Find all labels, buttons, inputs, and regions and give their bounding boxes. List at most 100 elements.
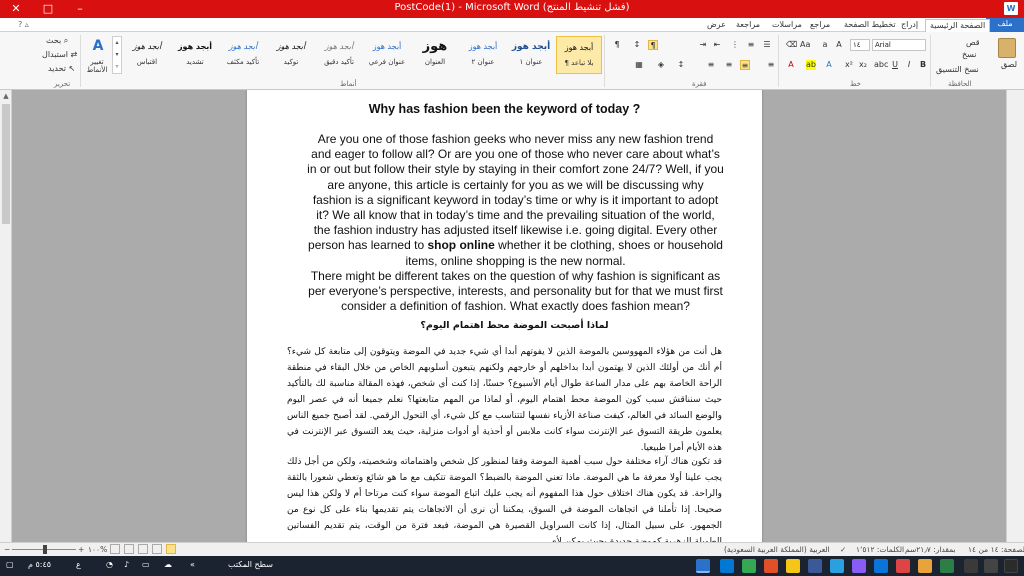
copy-button[interactable]: نسخ	[962, 50, 977, 59]
notifications-icon[interactable]: ▢	[6, 560, 14, 569]
superscript-icon[interactable]: x²	[844, 60, 854, 70]
find-button[interactable]: بحث ⌕	[46, 36, 68, 46]
borders-icon[interactable]: ▦	[634, 60, 644, 70]
zoom-in-icon[interactable]: +	[78, 545, 84, 554]
app-icon-1[interactable]	[940, 559, 954, 573]
app-icon-6[interactable]	[808, 559, 822, 573]
telegram-icon[interactable]	[830, 559, 844, 573]
style-heading-2[interactable]: أبجد هوز عنوان ٢	[460, 36, 506, 74]
replace-button[interactable]: استبدال ⇄	[42, 50, 77, 59]
font-name-combo[interactable]: Arial	[872, 39, 926, 51]
tab-insert[interactable]: إدراج	[897, 19, 922, 32]
select-button[interactable]: تحديد ↖	[48, 64, 75, 73]
help-icon[interactable]: ? ▵	[14, 19, 33, 32]
proofing-icon[interactable]: ✓	[840, 545, 846, 554]
text-effects-icon[interactable]: A	[824, 60, 834, 70]
format-painter-button[interactable]: نسخ التنسيق	[936, 65, 979, 74]
shrink-font-icon[interactable]: a	[820, 40, 830, 50]
tab-page-layout[interactable]: تخطيط الصفحة	[840, 19, 900, 32]
line-spacing-icon[interactable]: ↕	[676, 60, 686, 70]
app-icon-2[interactable]	[918, 559, 932, 573]
shading-icon[interactable]: ◈	[656, 60, 666, 70]
zoom-level[interactable]: ١٠٠%	[88, 545, 107, 554]
minimize-button[interactable]: –	[66, 1, 94, 17]
highlight-icon[interactable]: ab	[806, 60, 816, 70]
tab-references[interactable]: مراجع	[806, 19, 834, 32]
show-marks-icon[interactable]: ¶	[612, 40, 622, 50]
word-count[interactable]: الكلمات: ١٬٥١٢	[856, 545, 904, 554]
app-icon-4[interactable]	[874, 559, 888, 573]
shop-online-link[interactable]: shop online	[427, 238, 494, 252]
tab-home[interactable]: الصفحة الرئيسية	[925, 19, 991, 32]
cut-button[interactable]: قص	[966, 38, 980, 47]
app-icon-5[interactable]	[852, 559, 866, 573]
style-strong[interactable]: أبجد هوز تشديد	[172, 36, 218, 74]
chevron-icon[interactable]: «	[190, 560, 195, 569]
style-quote[interactable]: أبجد هوز اقتباس	[124, 36, 170, 74]
numbering-icon[interactable]: ≡	[746, 40, 756, 50]
word-taskbar-icon[interactable]	[696, 559, 710, 573]
sort-icon[interactable]: ↕	[632, 40, 642, 50]
underline-icon[interactable]: U	[890, 60, 900, 70]
chrome-icon[interactable]	[742, 559, 756, 573]
scroll-up-icon[interactable]: ▲	[0, 90, 12, 102]
maximize-button[interactable]: □	[34, 1, 62, 17]
scroll-thumb[interactable]	[2, 104, 10, 224]
input-language[interactable]: ع	[76, 560, 81, 569]
page-count[interactable]: الصفحة: ١٤ من ١٤	[968, 545, 1024, 554]
strikethrough-icon[interactable]: abc	[874, 60, 888, 70]
edge-icon[interactable]	[720, 559, 734, 573]
document-page[interactable]: Why has fashion been the keyword of toda…	[247, 90, 762, 542]
app-icon-3[interactable]	[896, 559, 910, 573]
tab-review[interactable]: مراجعة	[732, 19, 764, 32]
clear-format-icon[interactable]: ⌫	[786, 40, 797, 50]
folder-icon[interactable]	[786, 559, 800, 573]
rtl-direction-icon[interactable]: ¶	[648, 40, 658, 50]
tab-view[interactable]: عرض	[703, 19, 730, 32]
bullets-icon[interactable]: ☰	[762, 40, 772, 50]
align-left-icon[interactable]: ≡	[724, 60, 734, 70]
increase-indent-icon[interactable]: ⇥	[698, 40, 708, 50]
style-subtitle[interactable]: أبجد هوز عنوان فرعي	[364, 36, 410, 74]
tab-file[interactable]: ملف	[986, 18, 1024, 32]
zoom-slider-knob[interactable]	[43, 545, 47, 554]
zoom-out-icon[interactable]: −	[4, 545, 10, 554]
style-heading-1[interactable]: أبجد هوز عنوان ١	[508, 36, 554, 74]
close-button[interactable]: ✕	[2, 1, 30, 17]
font-color-icon[interactable]: A	[786, 60, 796, 70]
style-no-spacing[interactable]: أبجد هوز ¶ بلا تباعد	[556, 36, 602, 74]
volume-icon[interactable]: ♪	[124, 560, 129, 569]
bold-icon[interactable]: B	[918, 60, 928, 70]
font-size-combo[interactable]: ١٤	[850, 39, 870, 51]
print-layout-icon[interactable]	[166, 544, 176, 554]
tab-mailings[interactable]: مراسلات	[768, 19, 806, 32]
draft-icon[interactable]	[110, 544, 120, 554]
style-subtle-emphasis[interactable]: أبجد هوز تأكيد دقيق	[316, 36, 362, 74]
decrease-indent-icon[interactable]: ⇤	[712, 40, 722, 50]
style-intense-emphasis[interactable]: أبجد هوز تأكيد مكثف	[220, 36, 266, 74]
subscript-icon[interactable]: x₂	[858, 60, 868, 70]
outline-icon[interactable]	[124, 544, 134, 554]
change-case-icon[interactable]: Aa	[800, 40, 810, 50]
grow-font-icon[interactable]: A	[834, 40, 844, 50]
task-view-icon[interactable]	[964, 559, 978, 573]
justify-icon[interactable]: ≡	[706, 60, 716, 70]
language-indicator[interactable]: العربية (المملكة العربية السعودية)	[724, 545, 830, 554]
network-icon[interactable]: ◔	[106, 560, 113, 569]
style-emphasis[interactable]: أبجد هوز توكيد	[268, 36, 314, 74]
clock[interactable]: ٥:٤٥ م	[28, 560, 51, 569]
change-styles-button[interactable]: تغيير الأنماط	[84, 58, 110, 74]
battery-icon[interactable]: ▭	[142, 560, 150, 569]
italic-icon[interactable]: I	[904, 60, 914, 70]
vertical-scrollbar[interactable]: ▲	[0, 90, 12, 542]
search-icon[interactable]	[984, 559, 998, 573]
web-layout-icon[interactable]	[138, 544, 148, 554]
change-styles-icon[interactable]: A	[90, 38, 106, 54]
full-screen-icon[interactable]	[152, 544, 162, 554]
multilevel-icon[interactable]: ⋮	[730, 40, 740, 50]
align-center-icon[interactable]: ≡	[740, 60, 750, 70]
desktop-label[interactable]: سطح المكتب	[228, 560, 273, 569]
app-icon-7[interactable]	[764, 559, 778, 573]
align-right-icon[interactable]: ≡	[766, 60, 776, 70]
paste-button[interactable]: لصق	[1001, 60, 1017, 69]
